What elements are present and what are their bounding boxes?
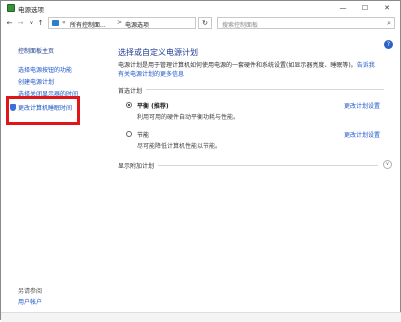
recent-locations-button[interactable]: ∨ bbox=[27, 18, 36, 28]
divider bbox=[158, 165, 378, 166]
preferred-plans-heading: 首选计划 bbox=[118, 88, 143, 95]
balanced-plan-name: 平衡 (推荐) bbox=[137, 103, 169, 110]
breadcrumb-all-control-panel[interactable]: 所有控制面... bbox=[70, 20, 106, 29]
up-button[interactable]: ↑ bbox=[36, 18, 45, 28]
main-pane: ? 选择或自定义电源计划 电源计划是用于管理计算机如何使用电源的一套硬件和系统设… bbox=[106, 32, 400, 319]
control-panel-icon bbox=[52, 20, 59, 26]
power-options-window: 电源选项 — ☐ ✕ ← → ∨ ↑ « 所有控制面... > 电源选项 ∨ ↻… bbox=[0, 0, 401, 322]
divider bbox=[146, 89, 384, 90]
breadcrumb-separator[interactable]: > bbox=[117, 19, 122, 26]
power-saver-plan-radio[interactable] bbox=[126, 131, 132, 137]
power-saver-plan-name: 节能 bbox=[137, 132, 150, 139]
balanced-plan-radio[interactable] bbox=[126, 102, 132, 108]
highlight-box bbox=[6, 96, 80, 125]
show-additional-plans-label[interactable]: 显示附加计划 bbox=[118, 161, 154, 170]
breadcrumb-overflow[interactable]: « bbox=[62, 19, 66, 26]
window-title: 电源选项 bbox=[18, 6, 44, 14]
sidebar-item-power-button[interactable]: 选择电源按钮的功能 bbox=[18, 65, 72, 74]
search-input[interactable]: 搜索控制面板 ⌕ bbox=[217, 17, 395, 29]
control-panel-home-link[interactable]: 控制面板主页 bbox=[18, 46, 54, 55]
help-icon[interactable]: ? bbox=[384, 40, 393, 49]
sidebar-item-create-plan[interactable]: 创建电源计划 bbox=[18, 77, 54, 86]
taskbar-fragment bbox=[1, 312, 401, 322]
balanced-plan-desc: 利用可用的硬件自动平衡功耗与性能。 bbox=[137, 114, 240, 121]
search-icon[interactable]: ⌕ bbox=[387, 19, 391, 28]
chevron-down-icon[interactable]: ∨ bbox=[383, 160, 392, 169]
page-title: 选择或自定义电源计划 bbox=[118, 48, 198, 57]
description-text: 电源计划是用于管理计算机如何使用电源的一套硬件和系统设置(如显示器亮度、睡眠等)… bbox=[118, 62, 357, 69]
see-also-heading: 另请参阅 bbox=[18, 288, 43, 295]
power-saver-plan-desc: 尽可能降低计算机性能以节能。 bbox=[137, 143, 222, 150]
close-button[interactable]: ✕ bbox=[376, 1, 398, 15]
search-placeholder: 搜索控制面板 bbox=[222, 22, 259, 29]
refresh-button[interactable]: ↻ bbox=[198, 17, 212, 29]
address-row: ← → ∨ ↑ « 所有控制面... > 电源选项 ∨ ↻ 搜索控制面板 ⌕ bbox=[1, 15, 400, 31]
forward-button[interactable]: → bbox=[16, 18, 25, 28]
title-bar: 电源选项 — ☐ ✕ bbox=[1, 1, 400, 15]
maximize-button[interactable]: ☐ bbox=[354, 1, 376, 15]
back-button[interactable]: ← bbox=[5, 18, 14, 28]
minimize-button[interactable]: — bbox=[332, 1, 354, 15]
power-saver-change-settings-link[interactable]: 更改计划设置 bbox=[344, 130, 380, 139]
power-options-icon bbox=[7, 4, 15, 12]
description: 电源计划是用于管理计算机如何使用电源的一套硬件和系统设置(如显示器亮度、睡眠等)… bbox=[118, 62, 380, 79]
address-bar[interactable]: « 所有控制面... > 电源选项 ∨ bbox=[48, 17, 224, 29]
balanced-change-settings-link[interactable]: 更改计划设置 bbox=[344, 101, 380, 110]
breadcrumb-power-options[interactable]: 电源选项 bbox=[125, 20, 149, 29]
user-accounts-link[interactable]: 用户帐户 bbox=[18, 297, 42, 306]
left-pane: 控制面板主页 选择电源按钮的功能 创建电源计划 选择关闭显示器的时间 更改计算机… bbox=[1, 32, 106, 319]
